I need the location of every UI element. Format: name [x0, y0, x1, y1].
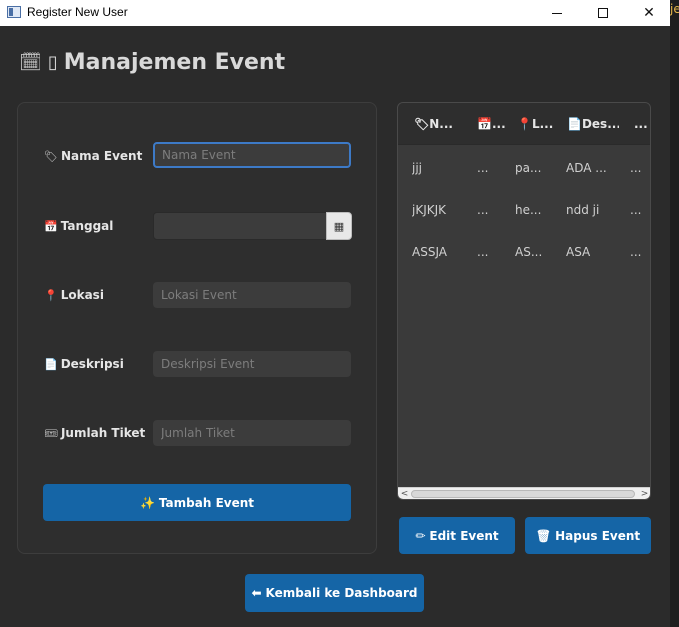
date-label: 📅 Tanggal — [44, 219, 113, 233]
column-header-label: Des... — [581, 117, 619, 131]
table-cell[interactable]: pa... — [515, 161, 551, 175]
table-cell[interactable]: jjj — [412, 161, 468, 175]
close-icon: ✕ — [643, 5, 655, 21]
location-label-text: Lokasi — [60, 288, 104, 302]
table-cell[interactable]: AS... — [515, 245, 551, 259]
ticket-icon: 🎟 — [44, 426, 58, 440]
scroll-left-icon[interactable]: < — [398, 488, 411, 499]
scrollbar-thumb[interactable] — [411, 490, 635, 498]
event-form-panel: 🏷 Nama Event 📅 Tanggal ▦ 📍 Lokasi 📄 Desk… — [17, 102, 377, 554]
page-title: 🗓 ▯ Manajemen Event — [19, 50, 285, 75]
column-header-date[interactable]: 📅... — [477, 117, 507, 131]
minimize-icon — [552, 12, 562, 14]
app-icon — [7, 6, 21, 18]
pencil-icon: ✏ — [415, 528, 426, 543]
column-header-label: ... — [491, 117, 506, 131]
pin-icon: 📍 — [517, 117, 532, 131]
add-event-button[interactable]: ✨ Tambah Event — [43, 484, 351, 521]
column-header-name[interactable]: 🏷N... — [414, 117, 462, 131]
trash-icon: 🗑 — [535, 528, 552, 543]
back-to-dashboard-button[interactable]: ⬅ Kembali ke Dashboard — [245, 574, 424, 612]
ticket-count-input[interactable] — [153, 420, 351, 446]
tickets-label-text: Jumlah Tiket — [60, 426, 146, 440]
tag-icon: 🏷 — [44, 149, 58, 163]
calendar-grid-icon: ▦ — [333, 219, 345, 233]
tag-icon: 🏷 — [414, 117, 430, 131]
column-header-location[interactable]: 📍L... — [517, 117, 553, 131]
table-cell[interactable]: ASA — [566, 245, 618, 259]
table-cell[interactable]: ... — [630, 203, 650, 217]
column-header-label: L... — [531, 117, 553, 131]
page-title-text: Manajemen Event — [63, 50, 286, 75]
column-header-tickets[interactable]: ... — [634, 117, 650, 131]
document-icon: 📄 — [567, 117, 582, 131]
document-icon: 📄 — [44, 357, 58, 371]
back-arrow-icon: ⬅ — [251, 586, 262, 600]
sparkle-icon: ✨ — [139, 495, 155, 510]
close-button[interactable]: ✕ — [626, 0, 672, 26]
pin-icon: 📍 — [44, 288, 58, 302]
event-location-input[interactable] — [153, 282, 351, 308]
table-cell[interactable]: ndd ji — [566, 203, 618, 217]
background-window-edge: je — [670, 0, 679, 627]
table-cell[interactable]: ... — [477, 245, 497, 259]
maximize-button[interactable] — [580, 0, 626, 26]
table-cell[interactable]: ADA ... — [566, 161, 618, 175]
event-name-input[interactable] — [153, 142, 351, 168]
name-label: 🏷 Nama Event — [44, 149, 142, 163]
description-label-text: Deskripsi — [60, 357, 124, 371]
window-titlebar: Register New User ✕ — [0, 0, 670, 26]
name-label-text: Nama Event — [60, 149, 143, 163]
column-header-label: ... — [634, 117, 648, 131]
edit-event-button[interactable]: ✏ Edit Event — [399, 517, 515, 554]
event-description-input[interactable] — [153, 351, 351, 377]
delete-event-button[interactable]: 🗑 Hapus Event — [525, 517, 651, 554]
table-cell[interactable]: ... — [477, 203, 497, 217]
date-label-text: Tanggal — [60, 219, 114, 233]
table-cell[interactable]: ... — [630, 245, 650, 259]
background-window-text: je — [670, 2, 679, 16]
table-header: 🏷N... 📅... 📍L... 📄Des... ... — [398, 103, 650, 145]
event-table[interactable]: 🏷N... 📅... 📍L... 📄Des... ... jjj ... pa.… — [397, 102, 651, 500]
table-cell[interactable]: ... — [630, 161, 650, 175]
table-cell[interactable]: he... — [515, 203, 551, 217]
calendar-icon: 📅 — [477, 117, 492, 131]
description-label: 📄 Deskripsi — [44, 357, 124, 371]
app-window: 🗓 ▯ Manajemen Event 🏷 Nama Event 📅 Tangg… — [0, 26, 670, 627]
scroll-right-icon[interactable]: > — [638, 488, 650, 499]
window-title: Register New User — [27, 5, 128, 19]
column-header-description[interactable]: 📄Des... — [567, 117, 619, 131]
table-cell[interactable]: jKJKJK — [412, 203, 468, 217]
horizontal-scrollbar[interactable]: < > — [398, 487, 650, 499]
table-cell[interactable]: ASSJA — [412, 245, 468, 259]
location-label: 📍 Lokasi — [44, 288, 104, 302]
delete-event-label: Hapus Event — [555, 528, 641, 543]
edit-event-label: Edit Event — [429, 528, 499, 543]
add-event-label: Tambah Event — [158, 495, 255, 510]
calendar-icon: 🗓 — [19, 52, 42, 73]
tickets-label: 🎟 Jumlah Tiket — [44, 426, 145, 440]
table-cell[interactable]: ... — [477, 161, 497, 175]
column-header-label: N... — [429, 117, 453, 131]
calendar-icon: 📅 — [44, 219, 58, 233]
event-date-input[interactable] — [153, 212, 327, 240]
missing-glyph-icon: ▯ — [47, 52, 58, 73]
minimize-button[interactable] — [534, 0, 580, 26]
date-picker-button[interactable]: ▦ — [326, 212, 352, 240]
back-to-dashboard-label: Kembali ke Dashboard — [265, 586, 418, 600]
maximize-icon — [598, 8, 608, 18]
